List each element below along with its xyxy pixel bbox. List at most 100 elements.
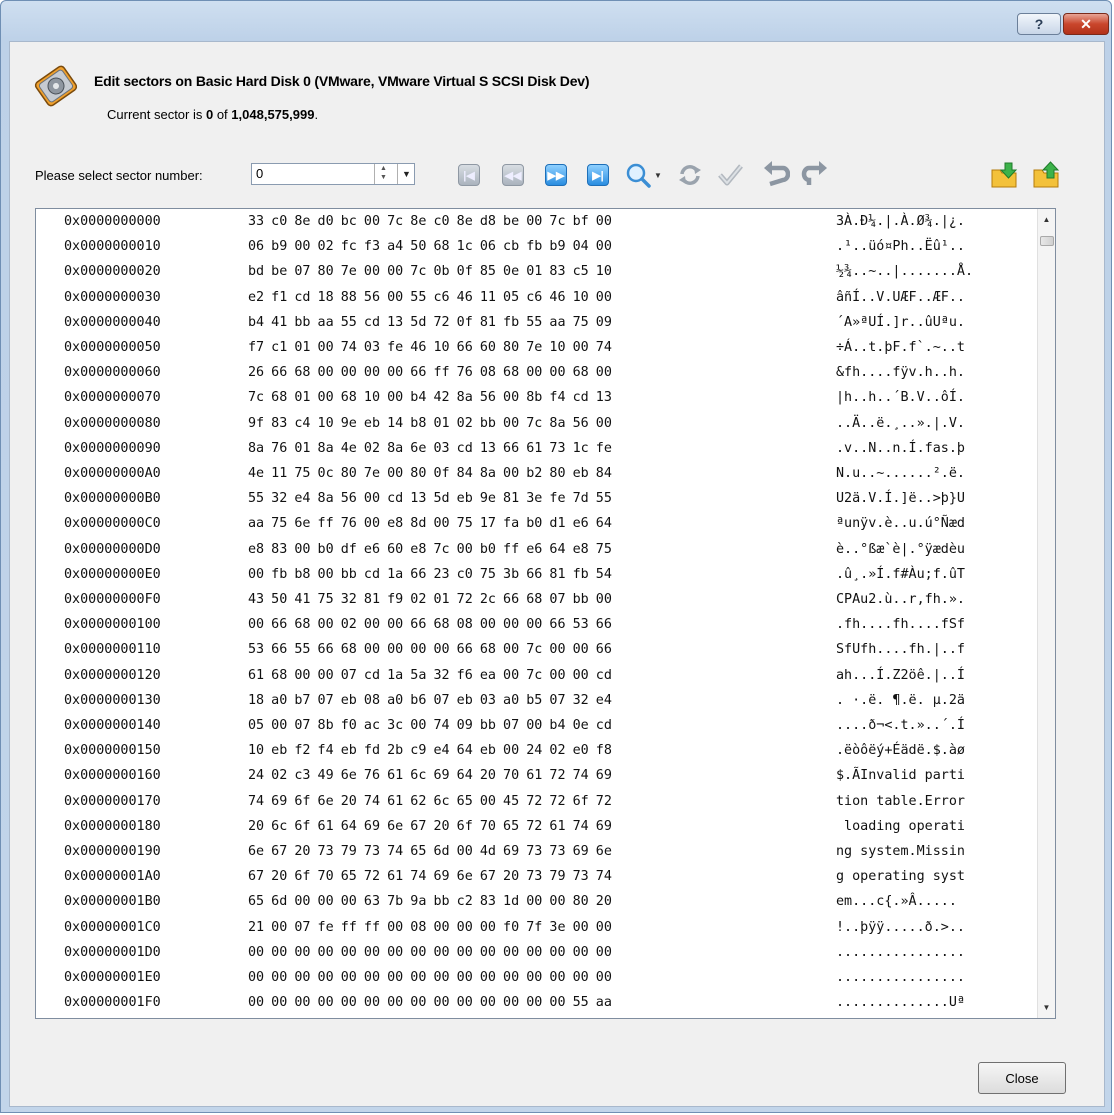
hex-row-bytes[interactable]: 53 66 55 66 68 00 00 00 00 66 68 00 7c 0… xyxy=(248,636,612,663)
hex-row-ascii[interactable]: .¹..üó¤Ph..Ëû¹.. xyxy=(836,233,965,260)
hex-row-bytes[interactable]: f7 c1 01 00 74 03 fe 46 10 66 60 80 7e 1… xyxy=(248,334,612,361)
hex-row-ascii[interactable]: è..°ßæ`è|.°ÿædèu xyxy=(836,536,965,563)
undo-button[interactable] xyxy=(762,161,790,189)
hex-row-bytes[interactable]: 55 32 e4 8a 56 00 cd 13 5d eb 9e 81 3e f… xyxy=(248,485,612,512)
hex-row-ascii[interactable]: N.u..~......².ë. xyxy=(836,460,965,487)
hex-row-ascii[interactable]: U2ä.V.Í.]ë..>þ}U xyxy=(836,485,965,512)
hex-row-bytes[interactable]: 33 c0 8e d0 bc 00 7c 8e c0 8e d8 be 00 7… xyxy=(248,209,612,235)
hex-row-ascii[interactable]: $.ÃInvalid parti xyxy=(836,762,965,789)
hex-row-bytes[interactable]: 26 66 68 00 00 00 00 66 ff 76 08 68 00 0… xyxy=(248,359,612,386)
scroll-up-icon[interactable]: ▲ xyxy=(1038,211,1055,228)
last-sector-button[interactable]: ▶| xyxy=(584,161,612,189)
hex-row-bytes[interactable]: bd be 07 80 7e 00 00 7c 0b 0f 85 0e 01 8… xyxy=(248,258,612,285)
previous-sector-button[interactable]: ◀◀ xyxy=(499,161,527,189)
hex-row-ascii[interactable]: ÷Á..t.þF.f`.~..t xyxy=(836,334,965,361)
hex-row-address: 0x00000000B0 xyxy=(64,491,161,506)
status-period: . xyxy=(314,107,319,122)
import-button[interactable] xyxy=(1032,161,1060,189)
hex-row-bytes[interactable]: 67 20 6f 70 65 72 61 74 69 6e 67 20 73 7… xyxy=(248,863,612,890)
scrollbar-thumb[interactable] xyxy=(1040,236,1054,246)
hex-row-address: 0x00000000F0 xyxy=(64,592,161,607)
hex-row-ascii[interactable]: 3À.Ð¼.|.À.Ø¾.|¿. xyxy=(836,209,965,235)
hex-row-bytes[interactable]: 00 00 00 00 00 00 00 00 00 00 00 00 00 0… xyxy=(248,939,612,966)
revert-icon xyxy=(679,165,701,185)
hex-row-ascii[interactable]: tion table.Error xyxy=(836,788,965,815)
hex-row-bytes[interactable]: 06 b9 00 02 fc f3 a4 50 68 1c 06 cb fb b… xyxy=(248,233,612,260)
hex-row-ascii[interactable]: .fh....fh....fSf xyxy=(836,611,965,638)
hex-row-ascii[interactable]: g operating syst xyxy=(836,863,965,890)
hex-row-ascii[interactable]: .ëòôëý+Éädë.$.àø xyxy=(836,737,965,764)
hex-row-ascii[interactable]: ah...Í.Z2öê.|..Í xyxy=(836,662,965,689)
hex-row-ascii[interactable]: &fh....fÿv.h..h. xyxy=(836,359,965,386)
hex-row-ascii[interactable]: . ·.ë. ¶.ë. µ.2ä xyxy=(836,687,965,714)
next-sector-button[interactable]: ▶▶ xyxy=(542,161,570,189)
hex-row-ascii[interactable]: loading operati xyxy=(836,813,965,840)
hex-row-bytes[interactable]: 8a 76 01 8a 4e 02 8a 6e 03 cd 13 66 61 7… xyxy=(248,435,612,462)
sector-dropdown-icon[interactable]: ▼ xyxy=(397,164,415,184)
hex-row-ascii[interactable]: ½¾..~..|.......Å. xyxy=(836,258,973,285)
hex-row-bytes[interactable]: aa 75 6e ff 76 00 e8 8d 00 75 17 fa b0 d… xyxy=(248,510,612,537)
sector-spinner[interactable]: ▲ ▼ xyxy=(374,164,392,184)
of-text: of xyxy=(213,107,232,122)
hex-row-address: 0x0000000080 xyxy=(64,416,161,431)
hex-row-address: 0x00000000C0 xyxy=(64,516,161,531)
first-sector-button[interactable]: |◀ xyxy=(455,161,483,189)
hex-row-bytes[interactable]: e8 83 00 b0 df e6 60 e8 7c 00 b0 ff e6 6… xyxy=(248,536,612,563)
hex-row-address: 0x00000001E0 xyxy=(64,970,161,985)
vertical-scrollbar[interactable]: ▲ ▼ xyxy=(1037,209,1055,1018)
hex-row-ascii[interactable]: |h..h..´B.V..ôÍ. xyxy=(836,384,965,411)
hex-row-bytes[interactable]: e2 f1 cd 18 88 56 00 55 c6 46 11 05 c6 4… xyxy=(248,284,612,311)
hex-row-ascii[interactable]: ..............Uª xyxy=(836,989,965,1016)
hex-row-bytes[interactable]: 65 6d 00 00 00 63 7b 9a bb c2 83 1d 00 0… xyxy=(248,888,612,915)
search-dropdown-icon[interactable]: ▼ xyxy=(651,161,665,189)
hex-row-bytes[interactable]: 6e 67 20 73 79 73 74 65 6d 00 4d 69 73 7… xyxy=(248,838,612,865)
hex-row-address: 0x0000000150 xyxy=(64,743,161,758)
hex-row-bytes[interactable]: b4 41 bb aa 55 cd 13 5d 72 0f 81 fb 55 a… xyxy=(248,309,612,336)
hex-row-bytes[interactable]: 21 00 07 fe ff ff 00 08 00 00 00 f0 7f 3… xyxy=(248,914,612,941)
hex-row-address: 0x00000000A0 xyxy=(64,466,161,481)
hex-row-ascii[interactable]: .û¸.»Í.f#Àu;f.ûT xyxy=(836,561,965,588)
help-button[interactable]: ? xyxy=(1017,13,1061,35)
hex-row-ascii[interactable]: ..Ä..ë.¸..».|.V. xyxy=(836,410,965,437)
apply-button[interactable] xyxy=(716,161,744,189)
hex-row-ascii[interactable]: .v..N..n.Í.fas.þ xyxy=(836,435,965,462)
redo-button[interactable] xyxy=(801,161,829,189)
current-sector-status: Current sector is 0 of 1,048,575,999. xyxy=(107,107,318,122)
hex-row-bytes[interactable]: 00 fb b8 00 bb cd 1a 66 23 c0 75 3b 66 8… xyxy=(248,561,612,588)
hex-row-bytes[interactable]: 00 00 00 00 00 00 00 00 00 00 00 00 00 0… xyxy=(248,989,612,1016)
hex-row-bytes[interactable]: 18 a0 b7 07 eb 08 a0 b6 07 eb 03 a0 b5 0… xyxy=(248,687,612,714)
hex-row-ascii[interactable]: ................ xyxy=(836,939,965,966)
hex-row-ascii[interactable]: ªunÿv.è..u.ú°Ñæd xyxy=(836,510,965,537)
revert-button[interactable] xyxy=(676,161,704,189)
hex-row-ascii[interactable]: em...c{.»Â..... xyxy=(836,888,965,915)
hex-view[interactable]: 0x0000000000 33 c0 8e d0 bc 00 7c 8e c0 8… xyxy=(35,208,1056,1019)
window-close-button[interactable]: ✕ xyxy=(1063,13,1109,35)
spin-down-icon[interactable]: ▼ xyxy=(375,173,392,182)
hex-row-bytes[interactable]: 61 68 00 00 07 cd 1a 5a 32 f6 ea 00 7c 0… xyxy=(248,662,612,689)
close-button[interactable]: Close xyxy=(978,1062,1066,1094)
hex-row-bytes[interactable]: 00 66 68 00 02 00 00 66 68 08 00 00 00 6… xyxy=(248,611,612,638)
hex-row-bytes[interactable]: 10 eb f2 f4 eb fd 2b c9 e4 64 eb 00 24 0… xyxy=(248,737,612,764)
hex-row-ascii[interactable]: ´A»ªUÍ.]r..ûUªu. xyxy=(836,309,965,336)
hex-row-ascii[interactable]: !..þÿÿ.....ð.>.. xyxy=(836,914,965,941)
hex-row-address: 0x0000000070 xyxy=(64,390,161,405)
hex-row-bytes[interactable]: 20 6c 6f 61 64 69 6e 67 20 6f 70 65 72 6… xyxy=(248,813,612,840)
hex-row-bytes[interactable]: 24 02 c3 49 6e 76 61 6c 69 64 20 70 61 7… xyxy=(248,762,612,789)
hex-row-ascii[interactable]: âñÍ..V.UÆF..ÆF.. xyxy=(836,284,965,311)
spin-up-icon[interactable]: ▲ xyxy=(375,164,392,173)
hex-row-ascii[interactable]: ................ xyxy=(836,964,965,991)
hex-row-ascii[interactable]: ng system.Missin xyxy=(836,838,965,865)
hex-row-bytes[interactable]: 00 00 00 00 00 00 00 00 00 00 00 00 00 0… xyxy=(248,964,612,991)
export-button[interactable] xyxy=(990,161,1018,189)
hex-row-bytes[interactable]: 9f 83 c4 10 9e eb 14 b8 01 02 bb 00 7c 8… xyxy=(248,410,612,437)
hex-row-bytes[interactable]: 7c 68 01 00 68 10 00 b4 42 8a 56 00 8b f… xyxy=(248,384,612,411)
hex-row-bytes[interactable]: 4e 11 75 0c 80 7e 00 80 0f 84 8a 00 b2 8… xyxy=(248,460,612,487)
hex-row-bytes[interactable]: 74 69 6f 6e 20 74 61 62 6c 65 00 45 72 7… xyxy=(248,788,612,815)
hex-row-ascii[interactable]: ....ð¬<.t.»..´.Í xyxy=(836,712,965,739)
search-button[interactable] xyxy=(624,161,652,189)
hex-row-bytes[interactable]: 43 50 41 75 32 81 f9 02 01 72 2c 66 68 0… xyxy=(248,586,612,613)
hex-row-bytes[interactable]: 05 00 07 8b f0 ac 3c 00 74 09 bb 07 00 b… xyxy=(248,712,612,739)
hex-row-ascii[interactable]: SfUfh....fh.|..f xyxy=(836,636,965,663)
hex-row-ascii[interactable]: CPAu2.ù..r,fh.». xyxy=(836,586,965,613)
scroll-down-icon[interactable]: ▼ xyxy=(1038,999,1055,1016)
